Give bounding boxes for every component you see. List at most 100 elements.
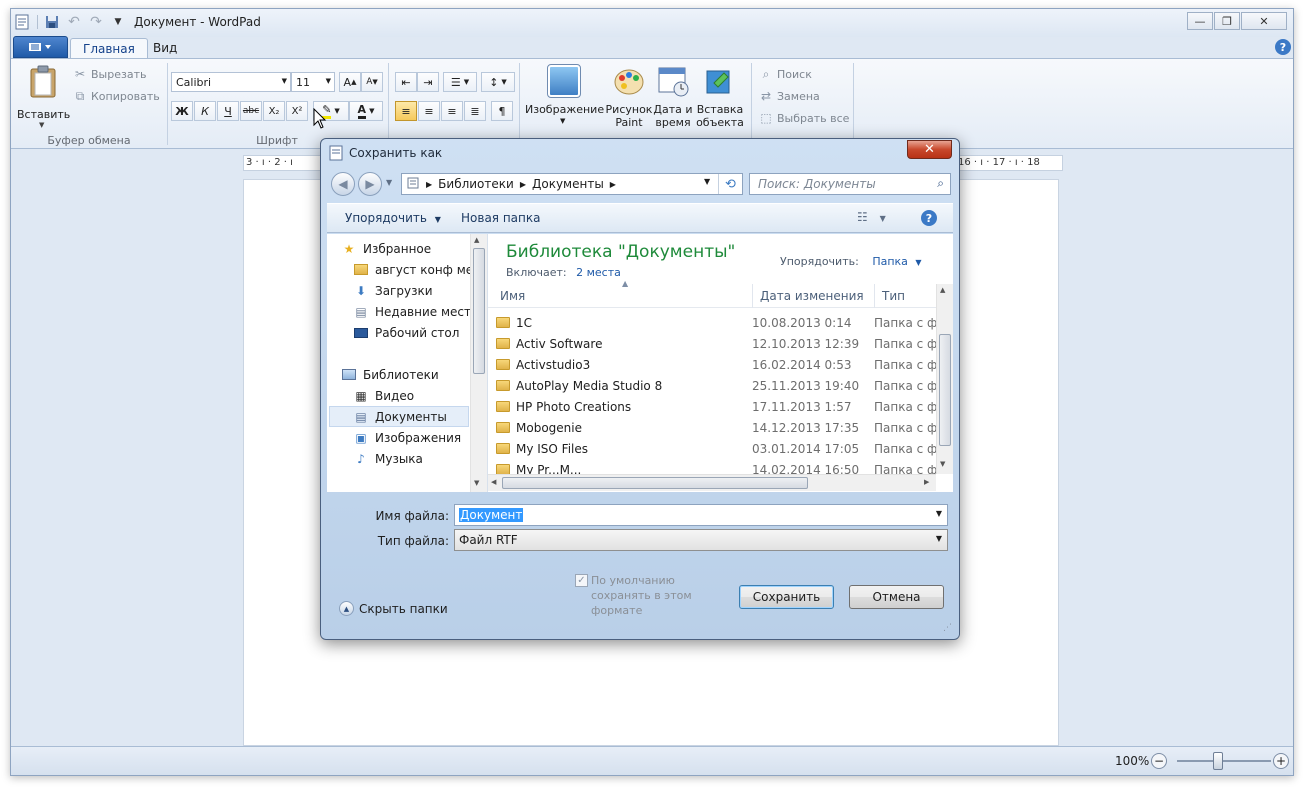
chevron-down-icon[interactable]: ▼ (936, 509, 942, 518)
cut-button[interactable]: ✂ Вырезать (73, 65, 147, 83)
cancel-button[interactable]: Отмена (849, 585, 944, 609)
tab-home[interactable]: Главная (70, 38, 148, 59)
arrange-by-dropdown[interactable]: Папка (872, 255, 908, 268)
file-list-hscrollbar[interactable]: ◀ ▶ (488, 474, 936, 491)
column-divider[interactable] (874, 284, 875, 308)
minimize-icon[interactable]: — (1187, 12, 1213, 30)
search-input[interactable]: Поиск: Документы ⌕ (749, 173, 951, 195)
replace-button[interactable]: ⇄ Замена (759, 87, 820, 105)
breadcrumb-documents[interactable]: Документы (532, 177, 604, 191)
zoom-slider-thumb[interactable] (1213, 752, 1223, 770)
filetype-select[interactable]: Файл RTF ▼ (454, 529, 948, 551)
column-date-header[interactable]: Дата изменения (760, 289, 864, 303)
font-color-button[interactable]: A ▼ (349, 101, 383, 121)
column-type-header[interactable]: Тип (882, 289, 905, 303)
nav-item-documents[interactable]: ▤ Документы (329, 406, 469, 427)
refresh-icon[interactable]: ⟲ (718, 174, 742, 194)
column-divider[interactable] (752, 284, 753, 308)
undo-icon[interactable]: ↶ (65, 13, 83, 31)
paint-drawing-button[interactable]: Рисунок Paint (605, 63, 653, 135)
application-menu-button[interactable] (13, 36, 68, 58)
scroll-right-icon[interactable]: ▶ (924, 478, 929, 486)
help-icon[interactable]: ? (1275, 39, 1291, 55)
paragraph-button[interactable]: ¶ (491, 101, 513, 121)
grow-font-button[interactable]: A ▲ (339, 72, 361, 92)
close-icon[interactable]: ✕ (1241, 12, 1287, 30)
search-icon[interactable]: ⌕ (937, 176, 944, 191)
default-format-checkbox[interactable]: ✓ (575, 574, 588, 587)
file-row[interactable]: 1C 10.08.2013 0:14 Папка с ф (494, 312, 936, 333)
hide-folders-button[interactable]: ▲ Скрыть папки (339, 601, 448, 616)
file-row[interactable]: My ISO Files 03.01.2014 17:05 Папка с ф (494, 438, 936, 459)
scroll-left-icon[interactable]: ◀ (491, 478, 496, 486)
recent-locations-icon[interactable]: ▼ (386, 178, 392, 187)
insert-image-button[interactable]: Изображение ▼ (525, 63, 604, 135)
file-list-scrollbar[interactable]: ▲ ▼ (936, 284, 953, 474)
nav-scroll-thumb[interactable] (473, 248, 485, 374)
bold-button[interactable]: Ж (171, 101, 193, 121)
scroll-up-icon[interactable]: ▲ (474, 236, 479, 244)
zoom-slider[interactable] (1177, 760, 1271, 762)
nav-libraries[interactable]: Библиотеки (341, 364, 485, 385)
restore-icon[interactable]: ❐ (1214, 12, 1240, 30)
scroll-up-icon[interactable]: ▲ (940, 286, 945, 294)
save-icon[interactable] (43, 13, 61, 31)
column-name-header[interactable]: Имя (500, 289, 525, 303)
line-spacing-button[interactable]: ↕ ▼ (481, 72, 515, 92)
new-folder-button[interactable]: Новая папка (461, 211, 540, 225)
customize-qat-icon[interactable]: ▼ (109, 13, 127, 31)
copy-button[interactable]: ⧉ Копировать (73, 87, 160, 105)
organize-button[interactable]: Упорядочить ▼ (345, 211, 441, 225)
file-row[interactable]: AutoPlay Media Studio 8 25.11.2013 19:40 П… (494, 375, 936, 396)
file-row[interactable]: HP Photo Creations 17.11.2013 1:57 Папка с… (494, 396, 936, 417)
justify-button[interactable]: ≣ (464, 101, 486, 121)
find-button[interactable]: ⌕ Поиск (759, 65, 812, 83)
back-button[interactable]: ◀ (331, 172, 355, 196)
scroll-down-icon[interactable]: ▼ (474, 479, 479, 487)
nav-favorites[interactable]: ★ Избранное (341, 238, 485, 259)
align-right-button[interactable]: ≡ (441, 101, 463, 121)
save-button[interactable]: Сохранить (739, 585, 834, 609)
tab-view[interactable]: Вид (141, 38, 189, 59)
h-scroll-thumb[interactable] (502, 477, 808, 489)
superscript-button[interactable]: X² (286, 101, 308, 121)
file-scroll-thumb[interactable] (939, 334, 951, 446)
wordpad-app-icon[interactable] (13, 13, 31, 31)
file-row[interactable]: Mobogenie 14.12.2013 17:35 Папка с ф (494, 417, 936, 438)
strikethrough-button[interactable]: abc (240, 101, 262, 121)
nav-scrollbar[interactable]: ▲ ▼ (470, 234, 487, 492)
scroll-down-icon[interactable]: ▼ (940, 460, 945, 468)
filename-input[interactable]: Документ ▼ (454, 504, 948, 526)
file-row[interactable]: Activ Software 12.10.2013 12:39 Папка с ф (494, 333, 936, 354)
align-center-button[interactable]: ≡ (418, 101, 440, 121)
insert-datetime-button[interactable]: Дата и время (651, 63, 695, 135)
includes-locations-link[interactable]: 2 места (576, 266, 621, 279)
decrease-indent-button[interactable]: ⇤ (395, 72, 417, 92)
zoom-out-icon[interactable]: − (1151, 753, 1167, 769)
zoom-in-icon[interactable]: + (1273, 753, 1289, 769)
subscript-button[interactable]: X₂ (263, 101, 285, 121)
resize-grip-icon[interactable]: ⋰ (943, 623, 952, 633)
insert-object-button[interactable]: Вставка объекта (695, 63, 745, 135)
font-size-select[interactable]: 11 ▼ (291, 72, 335, 92)
underline-button[interactable]: Ч (217, 101, 239, 121)
bullets-button[interactable]: ☰ ▼ (443, 72, 477, 92)
align-left-button[interactable]: ≡ (395, 101, 417, 121)
font-family-select[interactable]: Calibri ▼ (171, 72, 291, 92)
address-dropdown-icon[interactable]: ▼ (704, 177, 710, 186)
shrink-font-button[interactable]: A ▼ (361, 72, 383, 92)
paste-button[interactable]: Вставить ▼ (17, 65, 70, 129)
file-row[interactable]: Activstudio3 16.02.2014 0:53 Папка с ф (494, 354, 936, 375)
forward-button[interactable]: ▶ (358, 172, 382, 196)
help-icon[interactable]: ? (921, 210, 937, 226)
library-includes: Включает: 2 места (506, 266, 621, 279)
redo-icon[interactable]: ↷ (87, 13, 105, 31)
increase-indent-button[interactable]: ⇥ (417, 72, 439, 92)
breadcrumb-libraries[interactable]: Библиотеки (438, 177, 514, 191)
file-row[interactable]: My Pr...M... 14.02.2014 16:50 Папка с ф (494, 459, 936, 474)
select-all-button[interactable]: ⬚ Выбрать все (759, 109, 849, 127)
dialog-close-button[interactable]: ✕ (907, 140, 952, 159)
italic-button[interactable]: К (194, 101, 216, 121)
view-options-button[interactable]: ☷ ▼ (857, 210, 886, 224)
address-bar[interactable]: ▶ Библиотеки ▶ Документы ▶ ▼ ⟲ (401, 173, 743, 195)
